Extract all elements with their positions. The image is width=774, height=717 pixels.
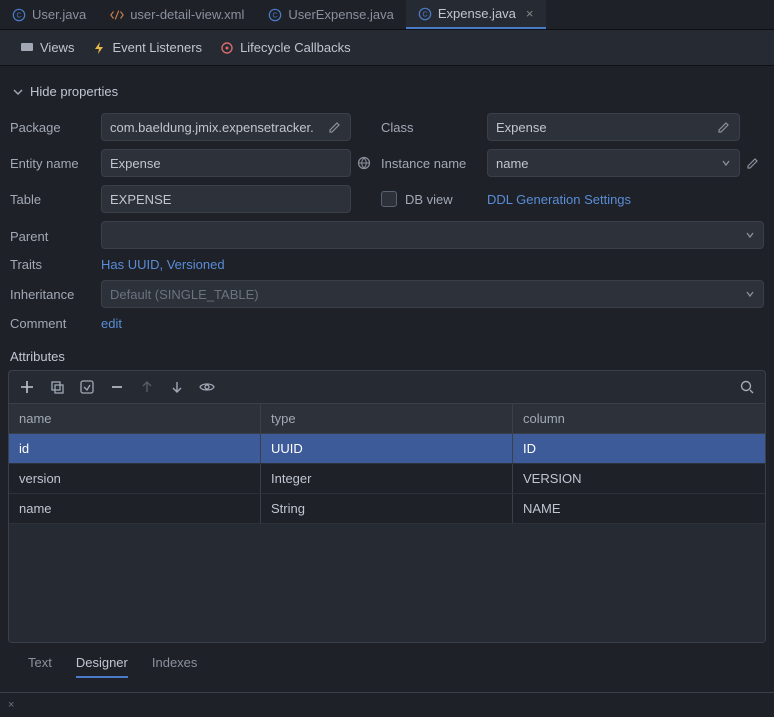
table-row[interactable]: nameStringNAME: [9, 494, 765, 524]
class-label: Class: [381, 120, 481, 135]
cell-type: UUID: [261, 434, 513, 463]
file-tab-userexpense[interactable]: C UserExpense.java: [256, 0, 406, 29]
comment-label: Comment: [10, 316, 95, 331]
entity-name-label: Entity name: [10, 156, 95, 171]
entity-designer-panel: Hide properties Package Class Entity nam…: [0, 66, 774, 684]
cell-column: VERSION: [513, 464, 765, 493]
override-icon[interactable]: [79, 379, 95, 395]
package-input[interactable]: [101, 113, 351, 141]
tab-indexes[interactable]: Indexes: [152, 655, 198, 678]
add-icon[interactable]: [19, 379, 35, 395]
footer-close-icon[interactable]: ×: [8, 699, 14, 711]
file-tab-xml[interactable]: user-detail-view.xml: [98, 0, 256, 29]
ddl-settings-link[interactable]: DDL Generation Settings: [487, 192, 764, 207]
lightning-icon: [92, 41, 106, 55]
lifecycle-icon: [220, 41, 234, 55]
footer-bar: ×: [0, 692, 774, 717]
remove-icon[interactable]: [109, 379, 125, 395]
instance-name-dropdown[interactable]: name: [487, 149, 740, 177]
entity-name-input[interactable]: [101, 149, 351, 177]
class-input[interactable]: [487, 113, 740, 141]
class-icon: C: [268, 8, 282, 22]
tab-label: User.java: [32, 7, 86, 22]
table-row[interactable]: versionIntegerVERSION: [9, 464, 765, 494]
tab-label: Expense.java: [438, 6, 516, 21]
chevron-down-icon: [721, 158, 731, 168]
hide-properties-toggle[interactable]: Hide properties: [8, 78, 766, 113]
parent-label: Parent: [10, 229, 95, 244]
edit-icon[interactable]: [717, 120, 731, 134]
cell-name: id: [9, 434, 261, 463]
chevron-down-icon: [745, 230, 755, 240]
bottom-tabs: Text Designer Indexes: [8, 643, 766, 684]
instance-name-label: Instance name: [381, 156, 481, 171]
tab-designer[interactable]: Designer: [76, 655, 128, 678]
col-type[interactable]: type: [261, 404, 513, 433]
svg-text:C: C: [422, 11, 427, 18]
attributes-table: name type column idUUIDIDversionIntegerV…: [8, 403, 766, 643]
cell-column: NAME: [513, 494, 765, 523]
attributes-toolbar: [8, 370, 766, 403]
table-empty-space: [9, 524, 765, 642]
col-column[interactable]: column: [513, 404, 765, 433]
col-name[interactable]: name: [9, 404, 261, 433]
cell-name: name: [9, 494, 261, 523]
xml-icon: [110, 8, 124, 22]
event-listeners-button[interactable]: Event Listeners: [92, 40, 202, 55]
table-label: Table: [10, 192, 95, 207]
svg-text:C: C: [16, 12, 21, 19]
db-view-label: DB view: [405, 192, 453, 207]
editor-toolbar: Views Event Listeners Lifecycle Callback…: [0, 30, 774, 66]
cell-type: Integer: [261, 464, 513, 493]
move-up-icon[interactable]: [139, 379, 155, 395]
search-icon[interactable]: [739, 379, 755, 395]
edit-icon[interactable]: [328, 120, 342, 134]
parent-dropdown[interactable]: [101, 221, 764, 249]
comment-edit-link[interactable]: edit: [101, 316, 764, 331]
close-icon[interactable]: ×: [522, 6, 534, 21]
copy-icon[interactable]: [49, 379, 65, 395]
file-tabs-bar: C User.java user-detail-view.xml C UserE…: [0, 0, 774, 30]
inheritance-label: Inheritance: [10, 287, 95, 302]
views-button[interactable]: Views: [20, 40, 74, 55]
class-icon: C: [12, 8, 26, 22]
cell-column: ID: [513, 434, 765, 463]
views-icon: [20, 41, 34, 55]
table-row[interactable]: idUUIDID: [9, 434, 765, 464]
tab-label: UserExpense.java: [288, 7, 394, 22]
traits-link[interactable]: Has UUID, Versioned: [101, 257, 764, 272]
lifecycle-callbacks-button[interactable]: Lifecycle Callbacks: [220, 40, 351, 55]
tab-text[interactable]: Text: [28, 655, 52, 678]
table-header: name type column: [9, 404, 765, 434]
chevron-down-icon: [745, 289, 755, 299]
edit-icon[interactable]: [746, 156, 760, 170]
db-view-checkbox[interactable]: [381, 191, 397, 207]
eye-icon[interactable]: [199, 379, 215, 395]
traits-label: Traits: [10, 257, 95, 272]
tab-label: user-detail-view.xml: [130, 7, 244, 22]
file-tab-user[interactable]: C User.java: [0, 0, 98, 29]
class-icon: C: [418, 7, 432, 21]
move-down-icon[interactable]: [169, 379, 185, 395]
globe-icon[interactable]: [357, 156, 371, 170]
attributes-heading: Attributes: [10, 349, 764, 364]
table-input[interactable]: [101, 185, 351, 213]
chevron-down-icon: [12, 86, 24, 98]
entity-form: Package Class Entity name Instance name …: [8, 113, 766, 331]
file-tab-expense[interactable]: C Expense.java ×: [406, 0, 546, 29]
cell-name: version: [9, 464, 261, 493]
svg-text:C: C: [273, 12, 278, 19]
package-label: Package: [10, 120, 95, 135]
inheritance-dropdown[interactable]: Default (SINGLE_TABLE): [101, 280, 764, 308]
cell-type: String: [261, 494, 513, 523]
